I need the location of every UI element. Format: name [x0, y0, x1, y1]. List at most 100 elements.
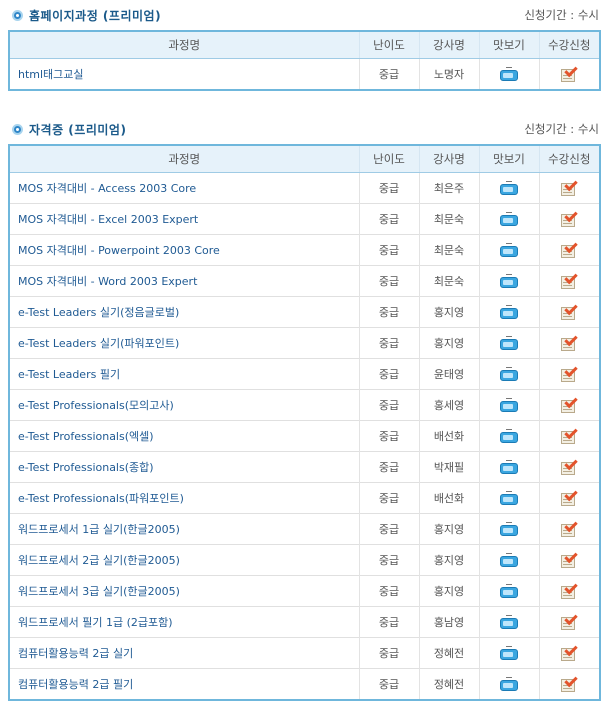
preview-cell [478, 203, 539, 235]
register-check-icon[interactable] [560, 611, 578, 631]
register-cell [538, 58, 600, 90]
table-row: html태그교실 중급 노명자 [9, 58, 600, 90]
tv-icon[interactable] [499, 304, 519, 320]
register-cell [538, 172, 600, 204]
register-check-icon[interactable] [560, 425, 578, 445]
tv-icon[interactable] [499, 335, 519, 351]
tv-icon[interactable] [499, 676, 519, 692]
tv-icon[interactable] [499, 583, 519, 599]
register-cell [538, 358, 600, 390]
tv-icon[interactable] [499, 366, 519, 382]
register-check-icon[interactable] [560, 270, 578, 290]
register-check-icon[interactable] [560, 332, 578, 352]
register-cell [538, 327, 600, 359]
table-row: 컴퓨터활용능력 2급 실기 중급 정혜전 [9, 637, 600, 669]
register-check-icon[interactable] [560, 177, 578, 197]
level-cell: 중급 [358, 58, 419, 90]
tv-icon[interactable] [499, 552, 519, 568]
tv-icon[interactable] [499, 66, 519, 82]
teacher-cell: 배선화 [418, 482, 479, 514]
col-header-level: 난이도 [358, 31, 419, 59]
table-header-row: 과정명 난이도 강사명 맛보기 수강신청 [9, 31, 600, 59]
teacher-cell: 홍지영 [418, 296, 479, 328]
tv-icon[interactable] [499, 180, 519, 196]
preview-cell [478, 358, 539, 390]
course-name-link[interactable]: e-Test Professionals(종합) [9, 451, 359, 483]
register-check-icon[interactable] [560, 487, 578, 507]
tv-icon[interactable] [499, 459, 519, 475]
register-check-icon[interactable] [560, 456, 578, 476]
register-check-icon[interactable] [560, 580, 578, 600]
level-cell: 중급 [358, 265, 419, 297]
course-name-link[interactable]: 워드프로세서 필기 1급 (2급포함) [9, 606, 359, 638]
course-name-link[interactable]: html태그교실 [9, 58, 359, 90]
table-row: e-Test Leaders 실기(파워포인트) 중급 홍지영 [9, 327, 600, 359]
application-period: 신청기간 : 수시 [524, 122, 599, 136]
teacher-cell: 윤태영 [418, 358, 479, 390]
table-row: e-Test Professionals(종합) 중급 박재필 [9, 451, 600, 483]
section-title: 자격증 (프리미엄) [12, 121, 126, 138]
tv-icon[interactable] [499, 521, 519, 537]
level-cell: 중급 [358, 327, 419, 359]
course-name-link[interactable]: e-Test Leaders 실기(파워포인트) [9, 327, 359, 359]
register-cell [538, 265, 600, 297]
table-row: e-Test Professionals(모의고사) 중급 홍세영 [9, 389, 600, 421]
tv-icon[interactable] [499, 242, 519, 258]
register-check-icon[interactable] [560, 363, 578, 383]
register-cell [538, 420, 600, 452]
preview-cell [478, 668, 539, 700]
course-name-link[interactable]: MOS 자격대비 - Powerpoint 2003 Core [9, 234, 359, 266]
course-name-link[interactable]: 컴퓨터활용능력 2급 필기 [9, 668, 359, 700]
register-cell [538, 389, 600, 421]
table-row: 워드프로세서 2급 실기(한글2005) 중급 홍지영 [9, 544, 600, 576]
register-check-icon[interactable] [560, 394, 578, 414]
level-cell: 중급 [358, 451, 419, 483]
register-check-icon[interactable] [560, 673, 578, 693]
tv-icon[interactable] [499, 273, 519, 289]
course-name-link[interactable]: 컴퓨터활용능력 2급 실기 [9, 637, 359, 669]
course-name-link[interactable]: MOS 자격대비 - Word 2003 Expert [9, 265, 359, 297]
tv-icon[interactable] [499, 397, 519, 413]
table-row: MOS 자격대비 - Word 2003 Expert 중급 최문숙 [9, 265, 600, 297]
register-check-icon[interactable] [560, 301, 578, 321]
register-check-icon[interactable] [560, 239, 578, 259]
table-row: e-Test Professionals(파워포인트) 중급 배선화 [9, 482, 600, 514]
tv-icon[interactable] [499, 614, 519, 630]
register-check-icon[interactable] [560, 208, 578, 228]
course-name-link[interactable]: e-Test Leaders 필기 [9, 358, 359, 390]
table-row: e-Test Professionals(엑셀) 중급 배선화 [9, 420, 600, 452]
bullet-icon [12, 10, 23, 21]
table-row: MOS 자격대비 - Access 2003 Core 중급 최은주 [9, 172, 600, 204]
col-header-register: 수강신청 [538, 145, 600, 173]
register-check-icon[interactable] [560, 549, 578, 569]
section-title-text: 자격증 (프리미엄) [29, 123, 127, 137]
course-name-link[interactable]: e-Test Leaders 실기(정음글로벌) [9, 296, 359, 328]
course-name-link[interactable]: 워드프로세서 1급 실기(한글2005) [9, 513, 359, 545]
course-section: 홈페이지과정 (프리미엄) 신청기간 : 수시 과정명 난이도 강사명 맛보기 수강신청 ht… [8, 4, 601, 91]
teacher-cell: 박재필 [418, 451, 479, 483]
table-row: 워드프로세서 1급 실기(한글2005) 중급 홍지영 [9, 513, 600, 545]
register-check-icon[interactable] [560, 642, 578, 662]
course-name-link[interactable]: e-Test Professionals(파워포인트) [9, 482, 359, 514]
register-cell [538, 234, 600, 266]
tv-icon[interactable] [499, 645, 519, 661]
tv-icon[interactable] [499, 211, 519, 227]
teacher-cell: 배선화 [418, 420, 479, 452]
course-name-link[interactable]: e-Test Professionals(모의고사) [9, 389, 359, 421]
register-check-icon[interactable] [560, 518, 578, 538]
table-row: 워드프로세서 3급 실기(한글2005) 중급 홍지영 [9, 575, 600, 607]
course-name-link[interactable]: 워드프로세서 3급 실기(한글2005) [9, 575, 359, 607]
course-name-link[interactable]: e-Test Professionals(엑셀) [9, 420, 359, 452]
teacher-cell: 노명자 [418, 58, 479, 90]
course-name-link[interactable]: MOS 자격대비 - Excel 2003 Expert [9, 203, 359, 235]
tv-icon[interactable] [499, 428, 519, 444]
course-name-link[interactable]: 워드프로세서 2급 실기(한글2005) [9, 544, 359, 576]
tv-icon[interactable] [499, 490, 519, 506]
course-name-link[interactable]: MOS 자격대비 - Access 2003 Core [9, 172, 359, 204]
col-header-teacher: 강사명 [418, 31, 479, 59]
section-header: 자격증 (프리미엄) 신청기간 : 수시 [8, 118, 599, 144]
level-cell: 중급 [358, 296, 419, 328]
register-check-icon[interactable] [560, 63, 578, 83]
course-table: 과정명 난이도 강사명 맛보기 수강신청 html태그교실 중급 노명자 [8, 30, 601, 91]
preview-cell [478, 296, 539, 328]
